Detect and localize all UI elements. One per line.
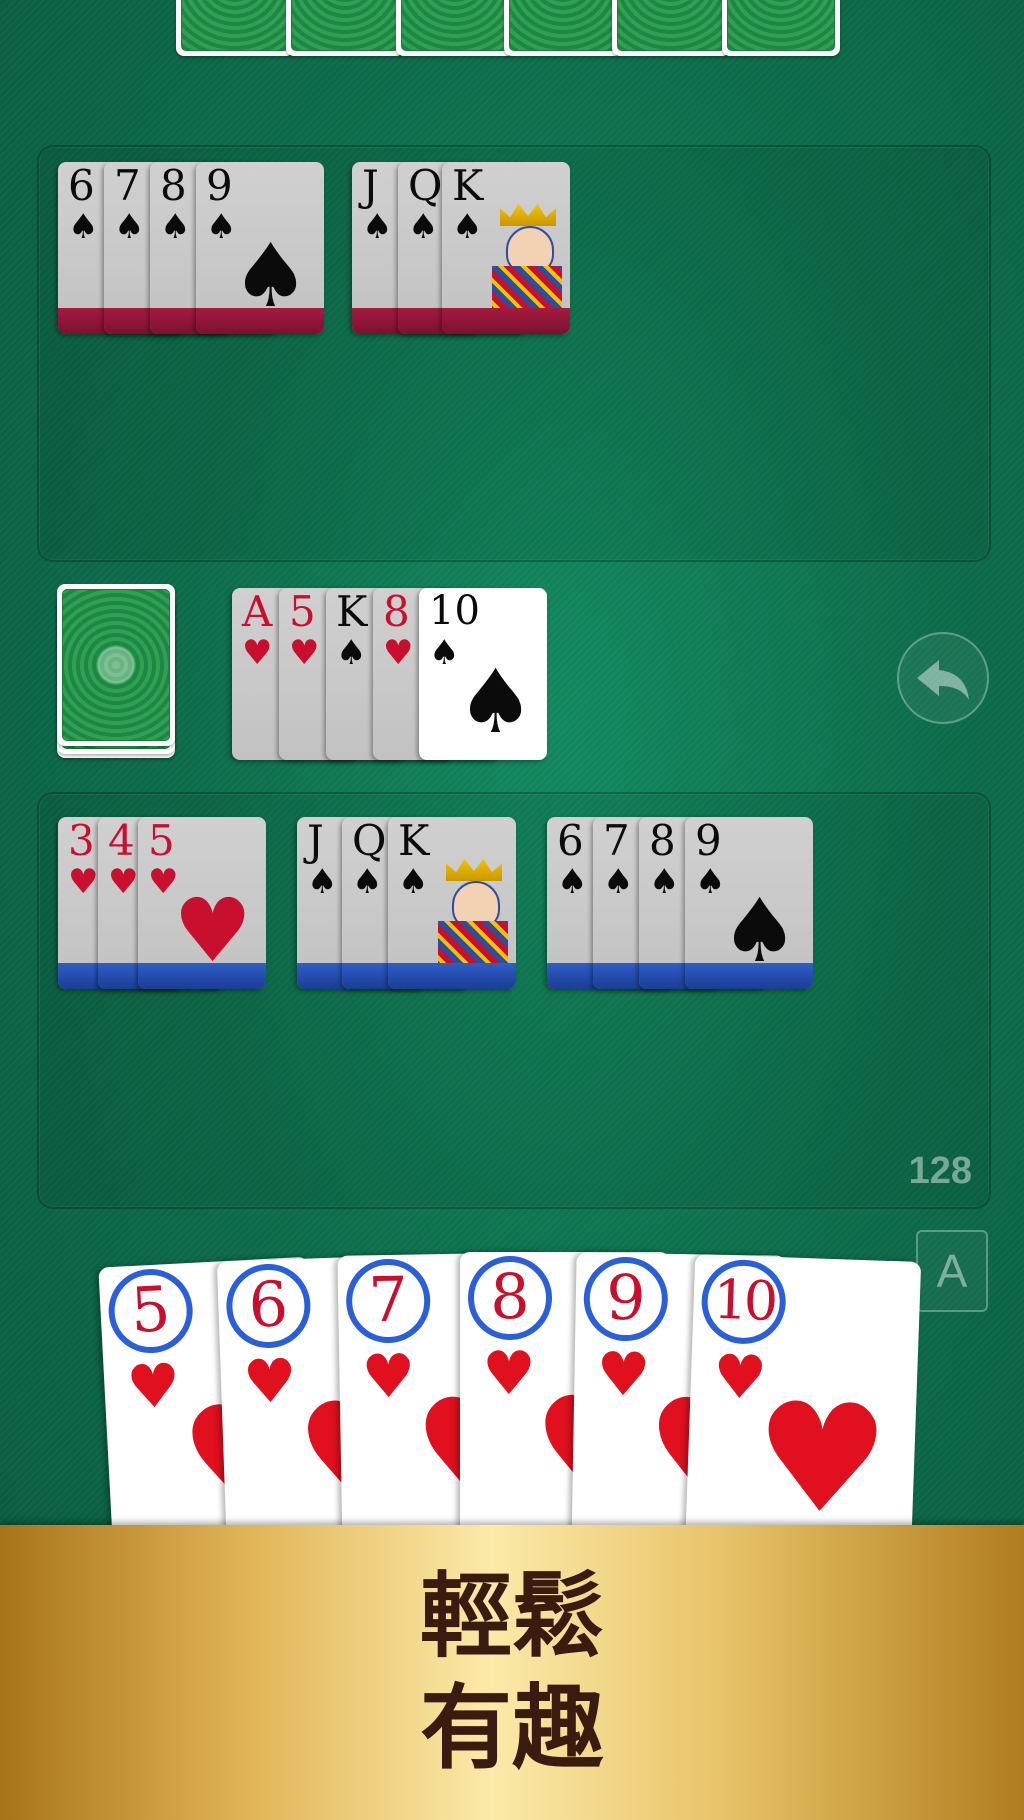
promo-banner: 輕鬆 有趣 [0,1525,1024,1820]
player-score: 128 [908,1150,972,1192]
opponent-card-back [176,0,294,56]
opponent-card-back [286,0,404,56]
spade-icon: ♠ [231,224,310,327]
meld-card: K ♠ [442,162,570,334]
heart-icon: ♥ [173,879,252,982]
discard-top-card[interactable]: 10 ♠ ♠ [419,588,547,760]
meld-card: K ♠ [388,817,516,989]
spade-icon: ♠ [456,650,535,753]
banner-line-1: 輕鬆 [419,1563,604,1670]
spade-icon: ♠ [720,879,799,982]
undo-arrow-icon [917,660,969,700]
sort-button[interactable]: A [916,1230,988,1312]
hand-card[interactable]: 10 ♥ ♥ [684,1254,922,1562]
opponent-card-back [722,0,840,56]
meld-card: 9 ♠ ♠ [685,817,813,989]
opponent-card-back [612,0,730,56]
opponent-card-back [396,0,514,56]
stock-top-card [57,584,175,746]
undo-button[interactable] [897,632,989,724]
king-portrait-icon [438,859,508,969]
banner-line-2: 有趣 [419,1675,604,1782]
heart-icon: ♥ [751,1370,892,1549]
opponent-card-back [504,0,622,56]
king-portrait-icon [492,204,562,314]
meld-card: 9 ♠ ♠ [196,162,324,334]
meld-card: 5 ♥ ♥ [138,817,266,989]
